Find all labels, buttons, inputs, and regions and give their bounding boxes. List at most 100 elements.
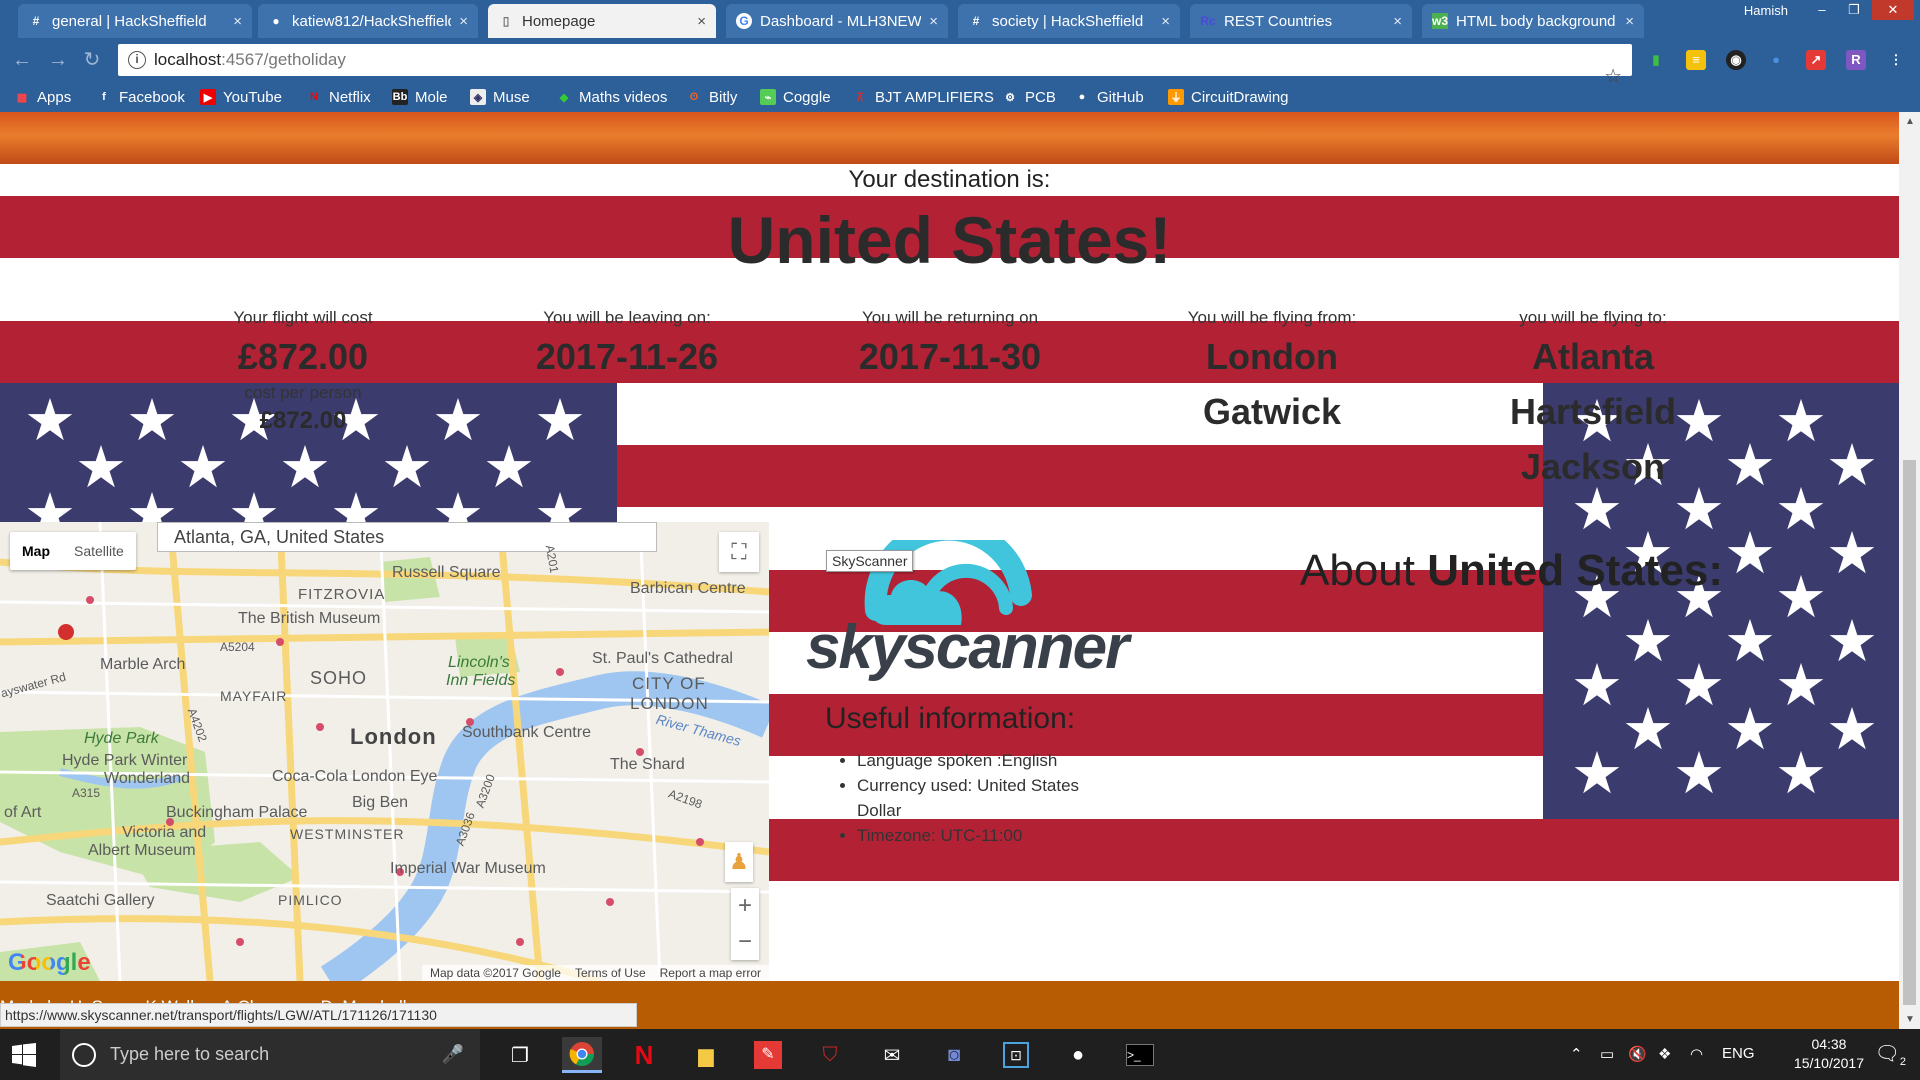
apps-grid-icon: ▦ xyxy=(16,91,28,104)
system-clock[interactable]: 04:38 15/10/2017 xyxy=(1794,1035,1864,1073)
map-label: Imperial War Museum xyxy=(390,860,546,877)
map-tab-satellite[interactable]: Satellite xyxy=(62,532,136,570)
battery-icon[interactable]: ▭ xyxy=(1600,1045,1614,1063)
tab-dashboard-mlh[interactable]: G Dashboard - MLH3NEW × xyxy=(726,4,948,38)
terms-of-use-link[interactable]: Terms of Use xyxy=(575,965,646,981)
close-icon[interactable]: × xyxy=(233,13,242,30)
extension-keep-icon[interactable]: ≡ xyxy=(1686,50,1706,70)
extension-camera-icon[interactable]: ◉ xyxy=(1726,50,1746,70)
bookmark-maths-videos[interactable]: ◆ Maths videos xyxy=(556,87,668,107)
extension-r-icon[interactable]: R xyxy=(1846,50,1866,70)
bookmark-circuitdrawing[interactable]: ⏚ CircuitDrawing xyxy=(1168,87,1289,107)
maths-icon: ◆ xyxy=(559,91,569,104)
bookmark-muse[interactable]: ◈ Muse xyxy=(470,87,530,107)
tab-general-hacksheffield[interactable]: # general | HackSheffield × xyxy=(18,4,252,38)
reload-icon[interactable]: ↻ xyxy=(80,48,104,72)
file-explorer-icon[interactable]: ▆ xyxy=(686,1037,726,1073)
bookmark-bitly[interactable]: ʘ Bitly xyxy=(686,87,738,107)
pdf-icon[interactable]: ✎ xyxy=(748,1037,788,1073)
url-input[interactable]: i localhost:4567/getholiday ☆ xyxy=(118,44,1632,88)
extension-drop-icon[interactable]: ● xyxy=(1766,50,1786,70)
star-icon: ★ xyxy=(1571,741,1623,806)
tab-html-body-background[interactable]: w3 HTML body background × xyxy=(1422,4,1644,38)
map-tab-map[interactable]: Map xyxy=(10,532,62,570)
close-icon[interactable]: × xyxy=(1161,13,1170,30)
window-close-icon[interactable]: ✕ xyxy=(1872,0,1914,20)
mail-icon[interactable]: ✉ xyxy=(872,1037,912,1073)
dropbox-icon[interactable]: ❖ xyxy=(1658,1045,1671,1063)
flying-from-column: You will be flying from: London Gatwick xyxy=(1112,308,1432,438)
extension-arrow-icon[interactable]: ↗ xyxy=(1806,50,1826,70)
netflix-icon[interactable]: N xyxy=(624,1037,664,1073)
bookmark-youtube[interactable]: ▶ YouTube xyxy=(200,87,282,107)
google-map[interactable]: Atlanta, GA, United States Map Satellite… xyxy=(0,522,769,981)
scroll-up-icon[interactable]: ▲ xyxy=(1905,116,1915,127)
cost-per-person-label: cost per person xyxy=(244,383,362,402)
action-center-icon[interactable]: 🗨2 xyxy=(1874,1041,1906,1068)
terminal-icon[interactable]: >_ xyxy=(1120,1037,1160,1073)
tray-chevron-icon[interactable]: ⌃ xyxy=(1570,1045,1583,1063)
map-label: MAYFAIR xyxy=(220,688,288,704)
chrome-icon[interactable] xyxy=(562,1037,602,1073)
report-map-error-link[interactable]: Report a map error xyxy=(660,965,761,981)
microphone-icon[interactable]: 🎤 xyxy=(442,1044,464,1065)
info-icon[interactable]: i xyxy=(128,51,146,69)
scroll-down-icon[interactable]: ▼ xyxy=(1905,1014,1915,1025)
volume-muted-icon[interactable]: 🔇 xyxy=(1628,1045,1647,1063)
zoom-in-button[interactable]: + xyxy=(731,888,759,924)
bookmark-label: YouTube xyxy=(223,88,282,106)
map-label: Coca-Cola London Eye xyxy=(272,768,438,785)
restore-icon[interactable]: ❐ xyxy=(1840,0,1868,20)
bookmark-mole[interactable]: Bb Mole xyxy=(392,87,448,107)
google-logo[interactable]: Google xyxy=(8,949,91,977)
menu-icon[interactable]: ⋮ xyxy=(1886,50,1906,70)
wifi-icon[interactable]: ◠ xyxy=(1690,1045,1703,1063)
map-label: SOHO xyxy=(310,668,368,688)
bookmark-netflix[interactable]: N Netflix xyxy=(306,87,371,107)
bookmark-label: CircuitDrawing xyxy=(1191,88,1289,106)
windows-start-icon[interactable] xyxy=(12,1043,36,1067)
map-search-input[interactable]: Atlanta, GA, United States xyxy=(157,522,657,552)
tab-homepage[interactable]: ▯ Homepage × xyxy=(488,4,716,38)
close-icon[interactable]: × xyxy=(929,13,938,30)
map-label: LONDON xyxy=(630,694,709,713)
github-icon[interactable]: ● xyxy=(1058,1037,1098,1073)
bookmark-label: Muse xyxy=(493,88,530,106)
page-scrollbar[interactable]: ▲ ▼ xyxy=(1899,112,1920,1029)
extension-green-icon[interactable]: ▮ xyxy=(1646,50,1666,70)
star-icon: ★ xyxy=(1826,609,1878,674)
scroll-thumb[interactable] xyxy=(1903,460,1916,1005)
bookmark-github[interactable]: ● GitHub xyxy=(1074,87,1144,107)
tab-github-katiew812[interactable]: ● katiew812/HackSheffield × xyxy=(258,4,478,38)
tab-label: society | HackSheffield xyxy=(992,12,1144,30)
bookmark-bjt-amplifiers[interactable]: ⊼ BJT AMPLIFIERS xyxy=(852,87,994,107)
minimize-icon[interactable]: ‒ xyxy=(1808,0,1836,20)
close-icon[interactable]: × xyxy=(697,13,706,30)
app-icon[interactable]: ⊡ xyxy=(996,1037,1036,1073)
pegman-icon[interactable]: ♟ xyxy=(725,842,753,882)
profile-name[interactable]: Hamish xyxy=(1732,0,1800,22)
close-icon[interactable]: × xyxy=(1625,13,1634,30)
close-icon[interactable]: × xyxy=(459,13,468,30)
taskbar-search-input[interactable]: Type here to search 🎤 xyxy=(60,1029,480,1080)
google-icon: G xyxy=(736,13,752,29)
bookmark-pcb[interactable]: ⚙ PCB xyxy=(1002,87,1056,107)
close-icon[interactable]: × xyxy=(1393,13,1402,30)
task-view-icon[interactable]: ❐ xyxy=(500,1037,540,1073)
bookmark-apps[interactable]: ▦ Apps xyxy=(14,87,71,107)
star-icon: ★ xyxy=(228,482,280,523)
skyscanner-logo-text[interactable]: skyscanner xyxy=(806,612,1129,683)
tab-society-hacksheffield[interactable]: # society | HackSheffield × xyxy=(958,4,1180,38)
language-indicator[interactable]: ENG xyxy=(1722,1045,1755,1062)
tab-rest-countries[interactable]: Rc REST Countries × xyxy=(1190,4,1412,38)
bookmark-facebook[interactable]: f Facebook xyxy=(96,87,185,107)
zoom-out-button[interactable]: − xyxy=(731,924,759,960)
back-icon[interactable]: ← xyxy=(10,48,34,72)
discord-icon[interactable]: ◙ xyxy=(934,1037,974,1073)
bookmark-coggle[interactable]: ⌁ Coggle xyxy=(760,87,831,107)
mcafee-icon[interactable]: ⛉ xyxy=(810,1037,850,1073)
fullscreen-icon[interactable]: ⛶ xyxy=(719,532,759,572)
github-icon: ● xyxy=(272,14,280,28)
status-bar-url: https://www.skyscanner.net/transport/fli… xyxy=(0,1003,637,1027)
forward-icon[interactable]: → xyxy=(46,48,70,72)
